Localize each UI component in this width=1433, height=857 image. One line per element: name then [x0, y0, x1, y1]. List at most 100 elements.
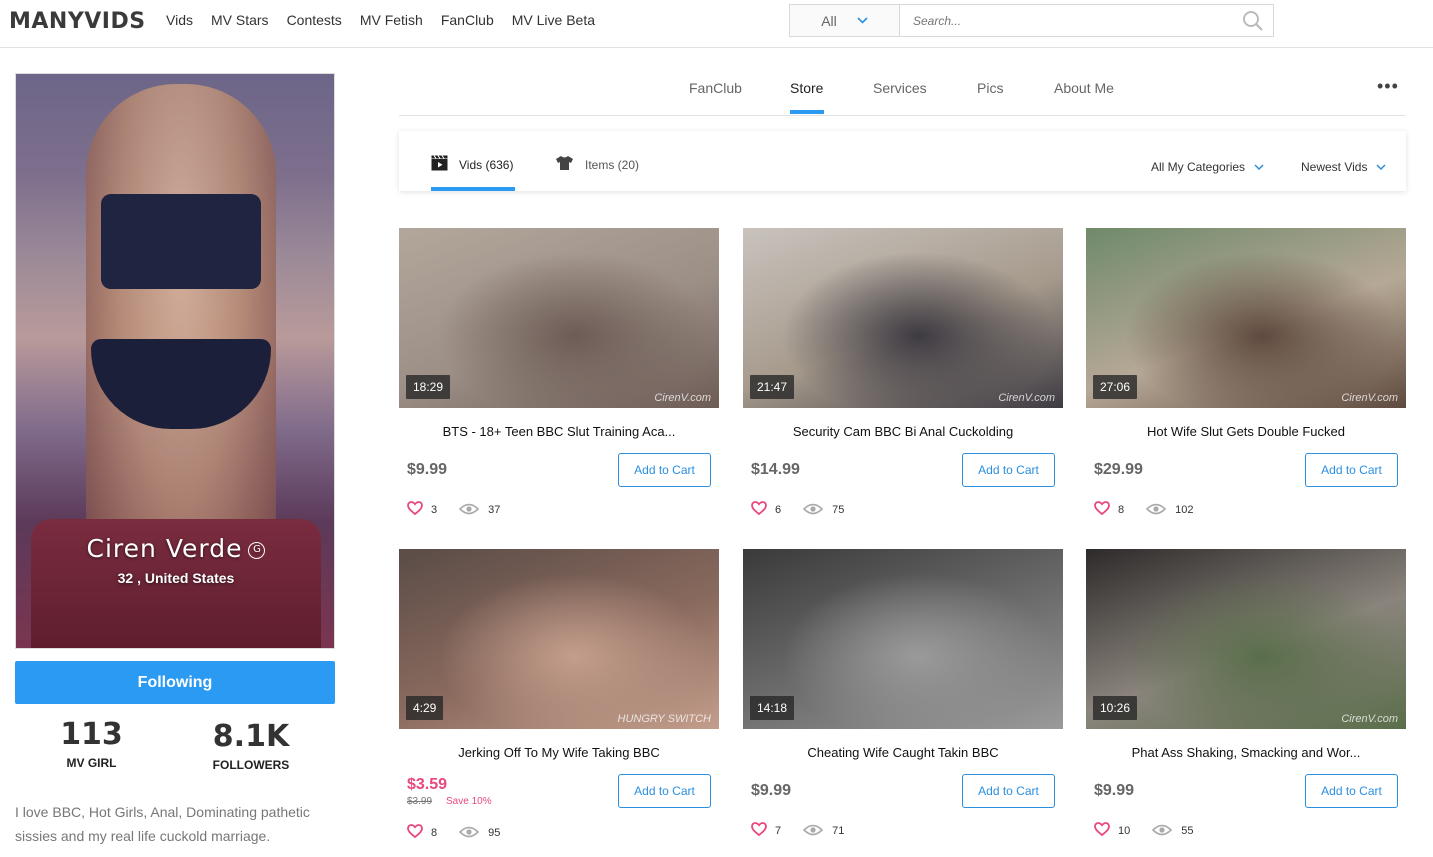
video-title[interactable]: Phat Ass Shaking, Smacking and Wor...: [1086, 745, 1406, 760]
heart-icon[interactable]: [1094, 822, 1110, 840]
follow-button[interactable]: Following: [15, 661, 335, 704]
active-tab-indicator: [790, 110, 824, 114]
video-title[interactable]: Hot Wife Slut Gets Double Fucked: [1086, 424, 1406, 439]
nav-mv-live[interactable]: MV Live Beta: [512, 12, 595, 28]
nav-vids[interactable]: Vids: [166, 12, 193, 28]
add-to-cart-button[interactable]: Add to Cart: [618, 453, 711, 487]
video-title[interactable]: Cheating Wife Caught Takin BBC: [743, 745, 1063, 760]
clapperboard-icon: [431, 155, 448, 174]
video-duration: 4:29: [406, 696, 444, 720]
tab-store[interactable]: Store: [790, 80, 823, 96]
stat-followers: 8.1K FOLLOWERS: [200, 719, 302, 772]
nav-mv-fetish[interactable]: MV Fetish: [360, 12, 423, 28]
search-category-select[interactable]: All: [790, 5, 900, 36]
video-stats: 8 95: [407, 824, 500, 842]
add-to-cart-button[interactable]: Add to Cart: [1305, 774, 1398, 808]
view-count: 37: [488, 504, 501, 516]
video-thumbnail[interactable]: 27:06 CirenV.com: [1086, 228, 1406, 408]
video-price: $29.99: [1094, 461, 1143, 478]
more-options-icon[interactable]: •••: [1377, 76, 1399, 97]
video-stats: 8 102: [1094, 501, 1193, 519]
video-thumbnail[interactable]: 21:47 CirenV.com: [743, 228, 1063, 408]
video-title[interactable]: Jerking Off To My Wife Taking BBC: [399, 745, 719, 760]
stat-label: MV GIRL: [66, 756, 117, 770]
heart-icon[interactable]: [751, 822, 767, 840]
video-watermark: CirenV.com: [998, 392, 1055, 404]
tab-services[interactable]: Services: [873, 80, 927, 96]
stat-mv-girl: 113 MV GIRL: [44, 717, 139, 770]
stat-label: FOLLOWERS: [212, 758, 290, 772]
view-count: 102: [1175, 504, 1194, 516]
nav-contests[interactable]: Contests: [287, 12, 342, 28]
add-to-cart-button[interactable]: Add to Cart: [962, 453, 1055, 487]
video-watermark: CirenV.com: [1341, 713, 1398, 725]
like-count: 8: [1118, 504, 1125, 516]
site-logo[interactable]: MANYVIDS: [9, 9, 146, 34]
eye-icon: [458, 503, 480, 518]
profile-tabs: FanClub Store Services Pics About Me •••: [399, 72, 1406, 116]
like-count: 8: [431, 827, 438, 839]
tshirt-icon: [555, 155, 574, 174]
video-card[interactable]: 18:29 CirenV.com BTS - 18+ Teen BBC Slut T…: [399, 228, 719, 516]
sort-label: Newest Vids: [1301, 160, 1368, 174]
video-price: $3.59: [407, 776, 448, 793]
video-duration: 18:29: [406, 375, 451, 399]
tab-fanclub[interactable]: FanClub: [689, 80, 742, 96]
heart-icon[interactable]: [751, 501, 767, 519]
video-duration: 10:26: [1093, 696, 1138, 720]
video-old-price: $3.99: [407, 796, 433, 807]
category-filter-label: All My Categories: [1151, 160, 1246, 174]
video-price: $9.99: [1094, 782, 1135, 799]
tab-pics[interactable]: Pics: [977, 80, 1003, 96]
video-stats: 7 71: [751, 822, 844, 840]
tab-about-me[interactable]: About Me: [1054, 80, 1114, 96]
video-card[interactable]: 4:29 HUNGRY SWITCH Jerking Off To My Wife …: [399, 549, 719, 839]
profile-location: 32 , United States: [117, 570, 235, 586]
like-count: 6: [775, 504, 782, 516]
nav-fanclub[interactable]: FanClub: [441, 12, 494, 28]
video-card[interactable]: 27:06 CirenV.com Hot Wife Slut Gets Double…: [1086, 228, 1406, 516]
add-to-cart-button[interactable]: Add to Cart: [1305, 453, 1398, 487]
chevron-down-icon: [1254, 162, 1264, 173]
subtab-vids[interactable]: Vids (636): [431, 155, 513, 174]
nav-mv-stars[interactable]: MV Stars: [211, 12, 269, 28]
video-thumbnail[interactable]: 18:29 CirenV.com: [399, 228, 719, 408]
add-to-cart-button[interactable]: Add to Cart: [618, 774, 711, 808]
video-price: $9.99: [751, 782, 792, 799]
heart-icon[interactable]: [407, 501, 423, 519]
subtab-items-label: Items (20): [585, 157, 640, 172]
heart-icon[interactable]: [407, 824, 423, 842]
eye-icon: [1152, 824, 1173, 839]
store-subtabs: Vids (636) Items (20) All My Categories …: [399, 131, 1406, 191]
chevron-down-icon: [857, 15, 868, 27]
search-icon[interactable]: [1233, 5, 1273, 36]
eye-icon: [802, 824, 824, 839]
sort-dropdown[interactable]: Newest Vids: [1301, 160, 1387, 174]
like-count: 7: [775, 825, 782, 837]
video-card[interactable]: 14:18 Cheating Wife Caught Takin BBC $9.99…: [743, 549, 1063, 837]
search-input[interactable]: [900, 5, 1233, 36]
video-title[interactable]: Security Cam BBC Bi Anal Cuckolding: [743, 424, 1063, 439]
heart-icon[interactable]: [1094, 501, 1110, 519]
view-count: 75: [832, 504, 845, 516]
video-thumbnail[interactable]: 4:29 HUNGRY SWITCH: [399, 549, 719, 729]
video-card[interactable]: 21:47 CirenV.com Security Cam BBC Bi Anal …: [743, 228, 1063, 516]
video-thumbnail[interactable]: 10:26 CirenV.com: [1086, 549, 1406, 729]
video-duration: 27:06: [1093, 375, 1138, 399]
save-badge: Save 10%: [446, 796, 492, 807]
video-price: $9.99: [407, 461, 448, 478]
eye-icon: [802, 503, 824, 518]
video-thumbnail[interactable]: 14:18: [743, 549, 1063, 729]
subtab-items[interactable]: Items (20): [555, 155, 639, 174]
view-count: 55: [1181, 825, 1194, 837]
verified-badge-icon: G: [248, 541, 266, 559]
active-subtab-indicator: [431, 187, 515, 191]
category-filter-dropdown[interactable]: All My Categories: [1151, 160, 1264, 174]
video-card[interactable]: 10:26 CirenV.com Phat Ass Shaking, Smackin…: [1086, 549, 1406, 837]
chevron-down-icon: [1376, 162, 1387, 173]
video-watermark: HUNGRY SWITCH: [617, 713, 712, 725]
add-to-cart-button[interactable]: Add to Cart: [962, 774, 1055, 808]
like-count: 10: [1118, 825, 1131, 837]
video-duration: 14:18: [750, 696, 795, 720]
video-title[interactable]: BTS - 18+ Teen BBC Slut Training Aca...: [399, 424, 719, 439]
